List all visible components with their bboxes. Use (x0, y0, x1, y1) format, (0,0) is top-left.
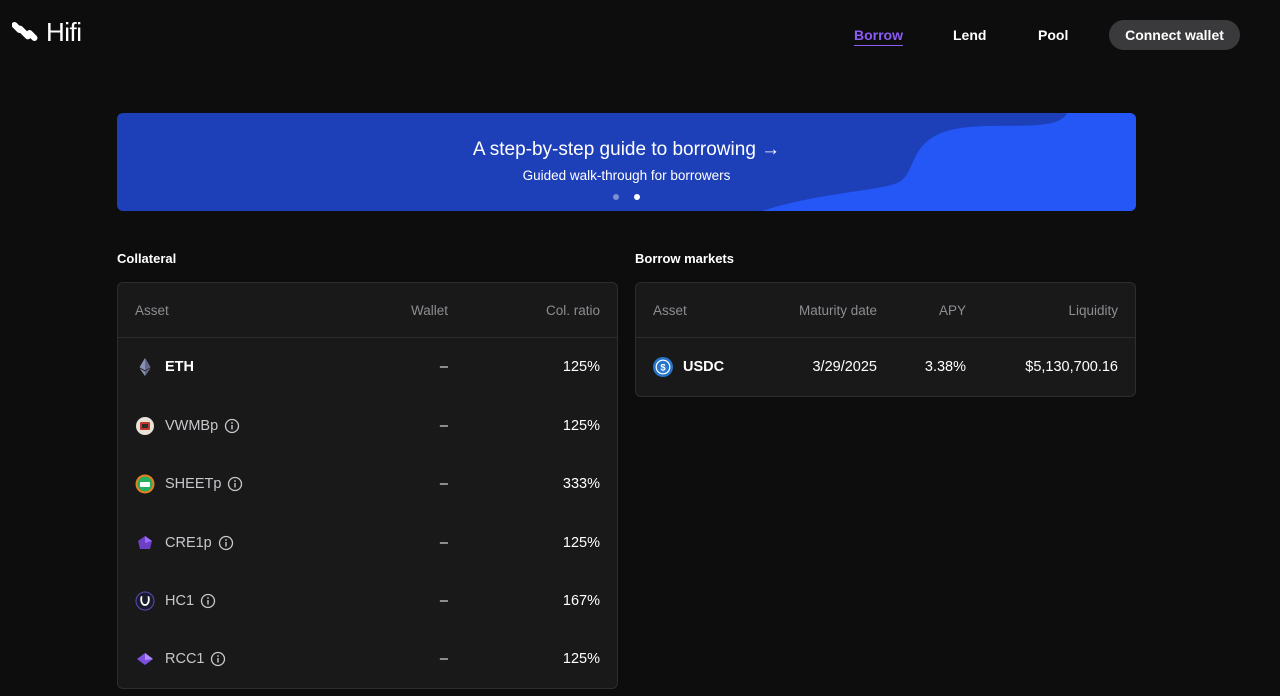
col-ratio: 125% (562, 359, 600, 375)
guide-banner[interactable]: A step-by-step guide to borrowing → Guid… (117, 113, 1136, 211)
asset-cell: HC1 (135, 591, 216, 611)
table-row[interactable]: RCC1 – 125% (118, 628, 617, 686)
asset-cell: CRE1p (135, 533, 234, 553)
svg-text:$: $ (660, 363, 666, 374)
asset-name: CRE1p (165, 535, 212, 551)
asset-name: VWMBp (165, 418, 219, 434)
carousel-dot-2[interactable] (634, 194, 640, 200)
carousel-dot-1[interactable] (613, 194, 619, 200)
table-row[interactable]: SHEETp – 333% (118, 454, 617, 512)
maturity-date: 3/29/2025 (812, 359, 877, 375)
asset-name: RCC1 (165, 651, 205, 667)
asset-name: USDC (683, 359, 725, 375)
asset-name: SHEETp (165, 476, 222, 492)
rcc1-icon (137, 653, 153, 665)
markets-header-maturity: Maturity date (798, 303, 877, 318)
wallet-balance: – (439, 593, 448, 609)
banner-subtitle: Guided walk-through for borrowers (522, 168, 731, 183)
collateral-title: Collateral (117, 251, 177, 266)
markets-table-header: Asset Maturity date APY Liquidity (636, 283, 1135, 338)
carousel-dots (613, 194, 640, 200)
asset-name: ETH (165, 359, 194, 375)
hc1-icon (135, 591, 155, 611)
wallet-balance: – (439, 535, 448, 551)
apy-value: 3.38% (924, 359, 966, 375)
main-nav: Borrow Lend Pool (0, 20, 1280, 50)
wallet-balance: – (439, 476, 448, 492)
table-row[interactable]: $ USDC 3/29/2025 3.38% $5,130,700.16 (636, 338, 1135, 396)
table-row[interactable]: HC1 – 167% (118, 570, 617, 628)
wallet-balance: – (439, 651, 448, 667)
asset-cell: $ USDC (653, 357, 724, 377)
col-header-wallet: Wallet (410, 303, 448, 318)
table-row[interactable]: CRE1p – 125% (118, 512, 617, 570)
vwmbp-icon (136, 417, 154, 435)
markets-header-asset: Asset (653, 303, 687, 318)
info-icon[interactable] (210, 651, 226, 667)
asset-cell: ETH (135, 357, 194, 377)
markets-header-apy: APY (938, 303, 966, 318)
usdc-icon: $ (653, 357, 673, 377)
col-ratio: 125% (562, 535, 600, 551)
eth-icon (139, 358, 151, 376)
col-ratio: 333% (562, 476, 600, 492)
info-icon[interactable] (224, 418, 240, 434)
collateral-table-header: Asset Wallet Col. ratio (118, 283, 617, 338)
borrow-markets-title: Borrow markets (635, 251, 734, 266)
asset-cell: VWMBp (135, 416, 240, 436)
liquidity-value: $5,130,700.16 (1025, 359, 1118, 375)
wallet-balance: – (439, 418, 448, 434)
wallet-balance: – (439, 359, 448, 375)
nav-pool[interactable]: Pool (1038, 20, 1068, 50)
col-ratio: 125% (562, 418, 600, 434)
connect-wallet-button[interactable]: Connect wallet (1109, 20, 1240, 50)
info-icon[interactable] (200, 593, 216, 609)
col-ratio: 125% (562, 651, 600, 667)
col-ratio: 167% (562, 593, 600, 609)
collateral-table: Asset Wallet Col. ratio ETH – 125% VWMBp (117, 282, 618, 689)
table-row[interactable]: VWMBp – 125% (118, 396, 617, 454)
cre1p-icon (138, 536, 152, 549)
banner-title[interactable]: A step-by-step guide to borrowing → (117, 139, 1136, 161)
asset-cell: SHEETp (135, 474, 243, 494)
info-icon[interactable] (227, 476, 243, 492)
nav-borrow[interactable]: Borrow (854, 20, 903, 50)
col-header-ratio: Col. ratio (545, 303, 600, 318)
col-header-asset: Asset (135, 303, 169, 318)
borrow-markets-table: Asset Maturity date APY Liquidity $ USDC… (635, 282, 1136, 397)
asset-cell: RCC1 (135, 649, 226, 669)
info-icon[interactable] (218, 535, 234, 551)
table-row[interactable]: ETH – 125% (118, 338, 617, 396)
markets-header-liquidity: Liquidity (1068, 303, 1118, 318)
sheetp-icon (135, 474, 155, 494)
nav-lend[interactable]: Lend (953, 20, 986, 50)
asset-name: HC1 (165, 593, 195, 609)
